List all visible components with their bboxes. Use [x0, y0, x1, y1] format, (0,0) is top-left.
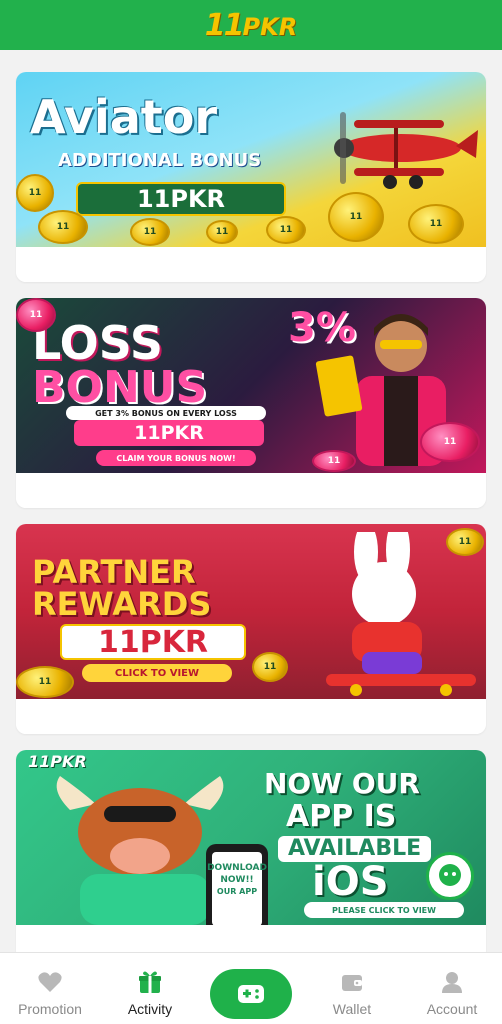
svg-text:NOW!!: NOW!! [220, 875, 253, 885]
gift-icon [139, 971, 161, 993]
tab-activity[interactable]: Activity [100, 953, 200, 1024]
banner-title: Aviator [30, 90, 218, 144]
coin-decoration: 11 [408, 204, 464, 244]
tab-label: Wallet [332, 1001, 372, 1017]
banner-title-line1: NOW OUR [264, 767, 420, 800]
click-to-view-button[interactable]: CLICK TO VIEW [82, 664, 232, 682]
coin-decoration: 11 [16, 666, 74, 698]
banner-title-line2: REWARDS [32, 585, 212, 623]
chat-support-icon[interactable] [426, 852, 474, 900]
coin-decoration: 11 [16, 174, 54, 212]
bull-illustration: DOWNLOAD NOW!! OUR APP [56, 776, 268, 925]
coin-decoration: 11 [312, 450, 356, 472]
banner-caption: GET 3% BONUS ON EVERY LOSS [66, 406, 266, 420]
chat-bubble-icon [439, 864, 461, 886]
coin-decoration: 11 [328, 192, 384, 242]
banner-badge: 11PKR [60, 624, 246, 660]
tab-wallet[interactable]: Wallet [302, 953, 402, 1024]
coin-decoration: 11 [16, 298, 56, 332]
heart-icon [38, 972, 62, 992]
card-footer [16, 699, 486, 734]
gamepad-icon [238, 985, 264, 1003]
game-center-button[interactable] [210, 969, 292, 1019]
coin-decoration: 11 [446, 528, 484, 556]
card-footer [16, 925, 486, 952]
app-header: 11 PKR [0, 0, 502, 50]
app-logo[interactable]: 11 PKR [205, 8, 297, 43]
promo-banner[interactable]: LOSS 3% BONUS GET 3% BONUS ON EVERY LOSS… [16, 298, 486, 473]
coin-decoration: 11 [252, 652, 288, 682]
banner-title-line1: PARTNER [32, 553, 196, 591]
tab-label: Account [426, 1001, 478, 1017]
logo-number: 11 [204, 7, 245, 43]
user-icon [442, 972, 462, 993]
coin-decoration: 11 [266, 216, 306, 244]
banner-brand-tag: 11PKR [28, 752, 87, 771]
please-click-to-view-button[interactable]: PLEASE CLICK TO VIEW [304, 902, 464, 918]
wallet-icon [342, 975, 362, 991]
banner-title-line2: APP IS [286, 799, 397, 834]
banner-title-line4: iOS [312, 859, 389, 905]
tab-account[interactable]: Account [402, 953, 502, 1024]
coin-decoration: 11 [420, 422, 480, 462]
logo-text: PKR [242, 12, 298, 41]
tab-label: Activity [127, 1001, 173, 1017]
promo-banner[interactable]: Aviator ADDITIONAL BONUS 11PKR 11 11 11 … [16, 72, 486, 247]
svg-text:OUR APP: OUR APP [217, 887, 257, 896]
banner-badge: 11PKR [76, 182, 286, 216]
tab-label: Promotion [18, 1001, 82, 1017]
coin-decoration: 11 [130, 218, 170, 246]
banner-title-line1: LOSS [32, 316, 163, 370]
coin-decoration: 11 [38, 210, 88, 244]
promo-card-aviator[interactable]: Aviator ADDITIONAL BONUS 11PKR 11 11 11 … [16, 72, 486, 282]
bottom-tab-bar: Promotion Activity Wallet Account [0, 952, 502, 1024]
promo-card-app-ios[interactable]: 11PKR DOWNLOAD NOW!! OUR APP NOW OUR APP… [16, 750, 486, 952]
banner-title-line2: BONUS [32, 362, 208, 413]
promo-card-partner-rewards[interactable]: PARTNER REWARDS 11PKR CLICK TO VIEW 11 1… [16, 524, 486, 734]
banner-badge: 11PKR [74, 420, 264, 446]
airplane-illustration [334, 112, 478, 189]
promo-banner[interactable]: PARTNER REWARDS 11PKR CLICK TO VIEW 11 1… [16, 524, 486, 699]
promo-card-loss-bonus[interactable]: LOSS 3% BONUS GET 3% BONUS ON EVERY LOSS… [16, 298, 486, 508]
tab-promotion[interactable]: Promotion [0, 953, 100, 1024]
phone-screen-text: DOWNLOAD [207, 863, 267, 873]
claim-bonus-button[interactable]: CLAIM YOUR BONUS NOW! [96, 450, 256, 466]
bunny-illustration [326, 532, 476, 696]
promo-banner[interactable]: 11PKR DOWNLOAD NOW!! OUR APP NOW OUR APP… [16, 750, 486, 925]
card-footer [16, 247, 486, 282]
banner-subtitle: ADDITIONAL BONUS [58, 150, 262, 171]
coin-decoration: 11 [206, 220, 238, 244]
promotion-feed[interactable]: Aviator ADDITIONAL BONUS 11PKR 11 11 11 … [0, 50, 502, 952]
card-footer [16, 473, 486, 508]
